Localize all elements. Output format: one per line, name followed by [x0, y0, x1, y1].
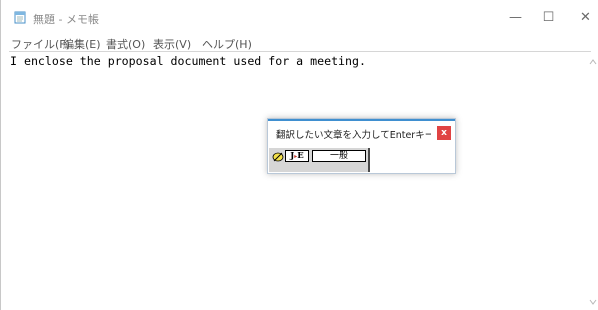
menu-view[interactable]: 表示(V) [153, 36, 191, 52]
scroll-up-arrow-icon[interactable] [589, 58, 597, 66]
pencil-icon[interactable] [272, 151, 284, 163]
menu-format[interactable]: 書式(O) [106, 36, 145, 52]
toolbar-controls: J▸E 一般 [269, 148, 370, 172]
menu-help[interactable]: ヘルプ(H) [202, 36, 252, 52]
direction-toggle-button[interactable]: J▸E [285, 150, 309, 162]
title-bar[interactable]: 無題 - メモ帳 — ☐ ✕ [1, 0, 598, 34]
menu-bar: ファイル(F) 編集(E) 書式(O) 表示(V) ヘルプ(H) [1, 34, 598, 51]
close-button[interactable]: ✕ [563, 0, 598, 34]
popup-toolbar: J▸E 一般 [269, 148, 454, 172]
scroll-down-arrow-icon[interactable] [589, 298, 597, 306]
popup-close-button[interactable]: x [437, 126, 451, 140]
window-title: 無題 - メモ帳 [33, 13, 99, 26]
menu-file[interactable]: ファイル(F) [11, 36, 70, 52]
popup-accent-bar [268, 119, 455, 121]
minimize-icon: — [509, 9, 522, 25]
editor-text: I enclose the proposal document used for… [10, 54, 366, 68]
popup-close-icon: x [441, 128, 447, 138]
popup-title: 翻訳したい文章を入力してEnterキーを... [276, 130, 431, 141]
translate-popup: 翻訳したい文章を入力してEnterキーを... x J▸E 一般 [267, 118, 456, 174]
maximize-icon: ☐ [542, 9, 555, 25]
category-button[interactable]: 一般 [312, 150, 366, 162]
menu-edit[interactable]: 編集(E) [63, 36, 101, 52]
notepad-window: 無題 - メモ帳 — ☐ ✕ ファイル(F) 編集(E) 書式(O) 表示(V)… [0, 0, 598, 310]
text-editor[interactable]: I enclose the proposal document used for… [9, 51, 597, 310]
category-label: 一般 [329, 151, 348, 161]
notepad-icon [14, 11, 26, 24]
direction-e-label: E [297, 151, 304, 161]
close-icon: ✕ [580, 9, 591, 25]
